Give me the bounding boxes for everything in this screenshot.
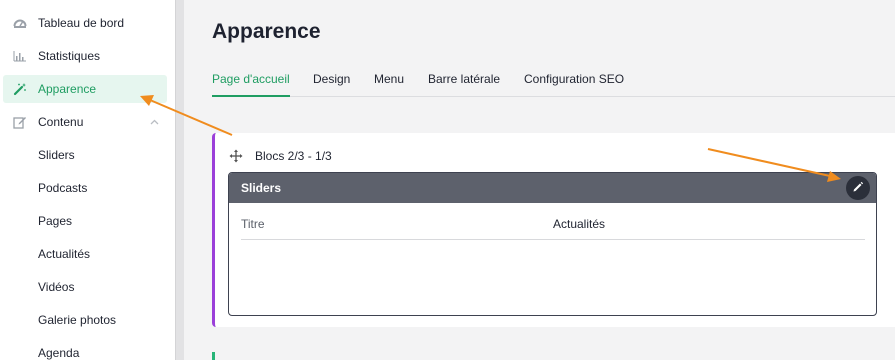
sidebar-item-label: Contenu	[38, 115, 84, 129]
sidebar-item-contenu[interactable]: Contenu	[3, 108, 167, 136]
edit-square-icon	[13, 115, 27, 129]
dashboard-gauge-icon	[13, 16, 27, 30]
sidebar-item-label: Statistiques	[38, 49, 101, 63]
block-header: Sliders	[229, 173, 876, 203]
sidebar-scrollbar[interactable]	[175, 0, 184, 360]
sidebar-item-label: Apparence	[38, 82, 97, 96]
card-header: Blocs 2/3 - 1/3	[229, 149, 332, 163]
edit-block-button[interactable]	[846, 176, 870, 200]
chevron-up-icon[interactable]	[150, 117, 159, 128]
sidebar-subitem-pages[interactable]: Pages	[38, 214, 72, 228]
pencil-icon	[852, 181, 864, 196]
sidebar: Tableau de bord Statistiques Apparence C…	[0, 0, 175, 360]
sidebar-item-apparence[interactable]: Apparence	[3, 75, 167, 103]
tab-design[interactable]: Design	[313, 72, 350, 97]
bar-chart-icon	[13, 49, 27, 63]
field-label: Titre	[241, 217, 265, 231]
sidebar-item-label: Tableau de bord	[38, 16, 125, 30]
sidebar-subitem-actualites[interactable]: Actualités	[38, 247, 90, 261]
card-header-label: Blocs 2/3 - 1/3	[255, 149, 332, 163]
field-value: Actualités	[553, 217, 606, 231]
sidebar-subitem-galerie-photos[interactable]: Galerie photos	[38, 313, 116, 327]
page-title: Apparence	[212, 20, 321, 43]
tab-menu[interactable]: Menu	[374, 72, 404, 97]
magic-wand-icon	[13, 82, 27, 96]
tab-barre-laterale[interactable]: Barre latérale	[428, 72, 500, 97]
layout-block-card: Blocs 2/3 - 1/3 Sliders Titre Actualités	[212, 133, 895, 327]
sidebar-subitem-podcasts[interactable]: Podcasts	[38, 181, 87, 195]
sidebar-subitem-sliders[interactable]: Sliders	[38, 148, 75, 162]
sidebar-subitem-agenda[interactable]: Agenda	[38, 346, 79, 360]
block-title: Sliders	[241, 181, 282, 195]
move-drag-icon[interactable]	[229, 149, 243, 163]
sliders-block: Sliders Titre Actualités	[228, 172, 877, 316]
tab-page-d-accueil[interactable]: Page d'accueil	[212, 72, 290, 97]
tab-bar: Page d'accueil Design Menu Barre latéral…	[212, 68, 895, 97]
next-card-edge	[212, 352, 215, 360]
sidebar-item-statistiques[interactable]: Statistiques	[3, 42, 167, 70]
sidebar-item-tableau-de-bord[interactable]: Tableau de bord	[3, 9, 167, 37]
sidebar-subitem-videos[interactable]: Vidéos	[38, 280, 74, 294]
tab-configuration-seo[interactable]: Configuration SEO	[524, 72, 624, 97]
field-row-titre: Titre Actualités	[241, 209, 865, 240]
